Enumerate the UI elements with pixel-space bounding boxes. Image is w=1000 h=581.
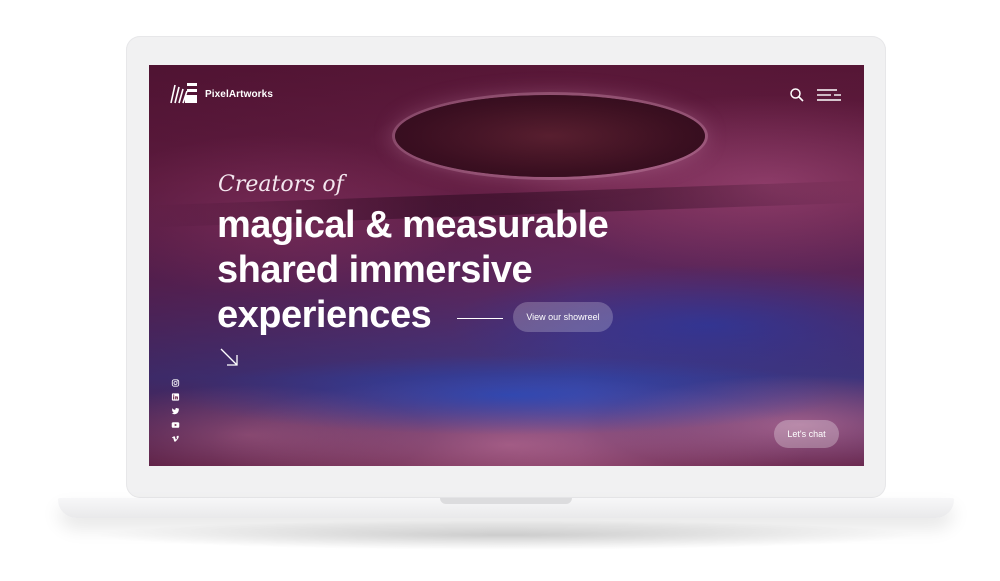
lets-chat-button[interactable]: Let's chat [774, 420, 839, 448]
pixelartworks-logo-mark [170, 83, 197, 104]
arrow-down-right-icon[interactable] [219, 347, 239, 367]
youtube-icon[interactable] [171, 421, 180, 429]
showreel-divider [457, 318, 503, 319]
laptop-mockup: PixelArtworks Creators of magical & meas… [0, 0, 1000, 581]
website-screen: PixelArtworks Creators of magical & meas… [149, 65, 864, 466]
vimeo-icon[interactable] [171, 435, 180, 443]
view-showreel-button[interactable]: View our showreel [513, 302, 613, 332]
laptop-shadow [90, 520, 922, 550]
hero-eyebrow: Creators of [218, 172, 344, 197]
brand-name: PixelArtworks [205, 88, 273, 100]
site-logo[interactable]: PixelArtworks [169, 81, 273, 107]
search-icon[interactable] [789, 87, 805, 103]
hero-background-disc [395, 95, 705, 177]
laptop-notch [440, 498, 572, 504]
hero-headline-line: shared immersive [217, 249, 533, 291]
linkedin-icon[interactable] [171, 393, 180, 401]
menu-icon[interactable] [817, 88, 841, 102]
instagram-icon[interactable] [171, 379, 180, 387]
social-links [171, 379, 180, 443]
twitter-icon[interactable] [171, 407, 180, 415]
hero-headline-line: magical & measurable [217, 204, 609, 246]
